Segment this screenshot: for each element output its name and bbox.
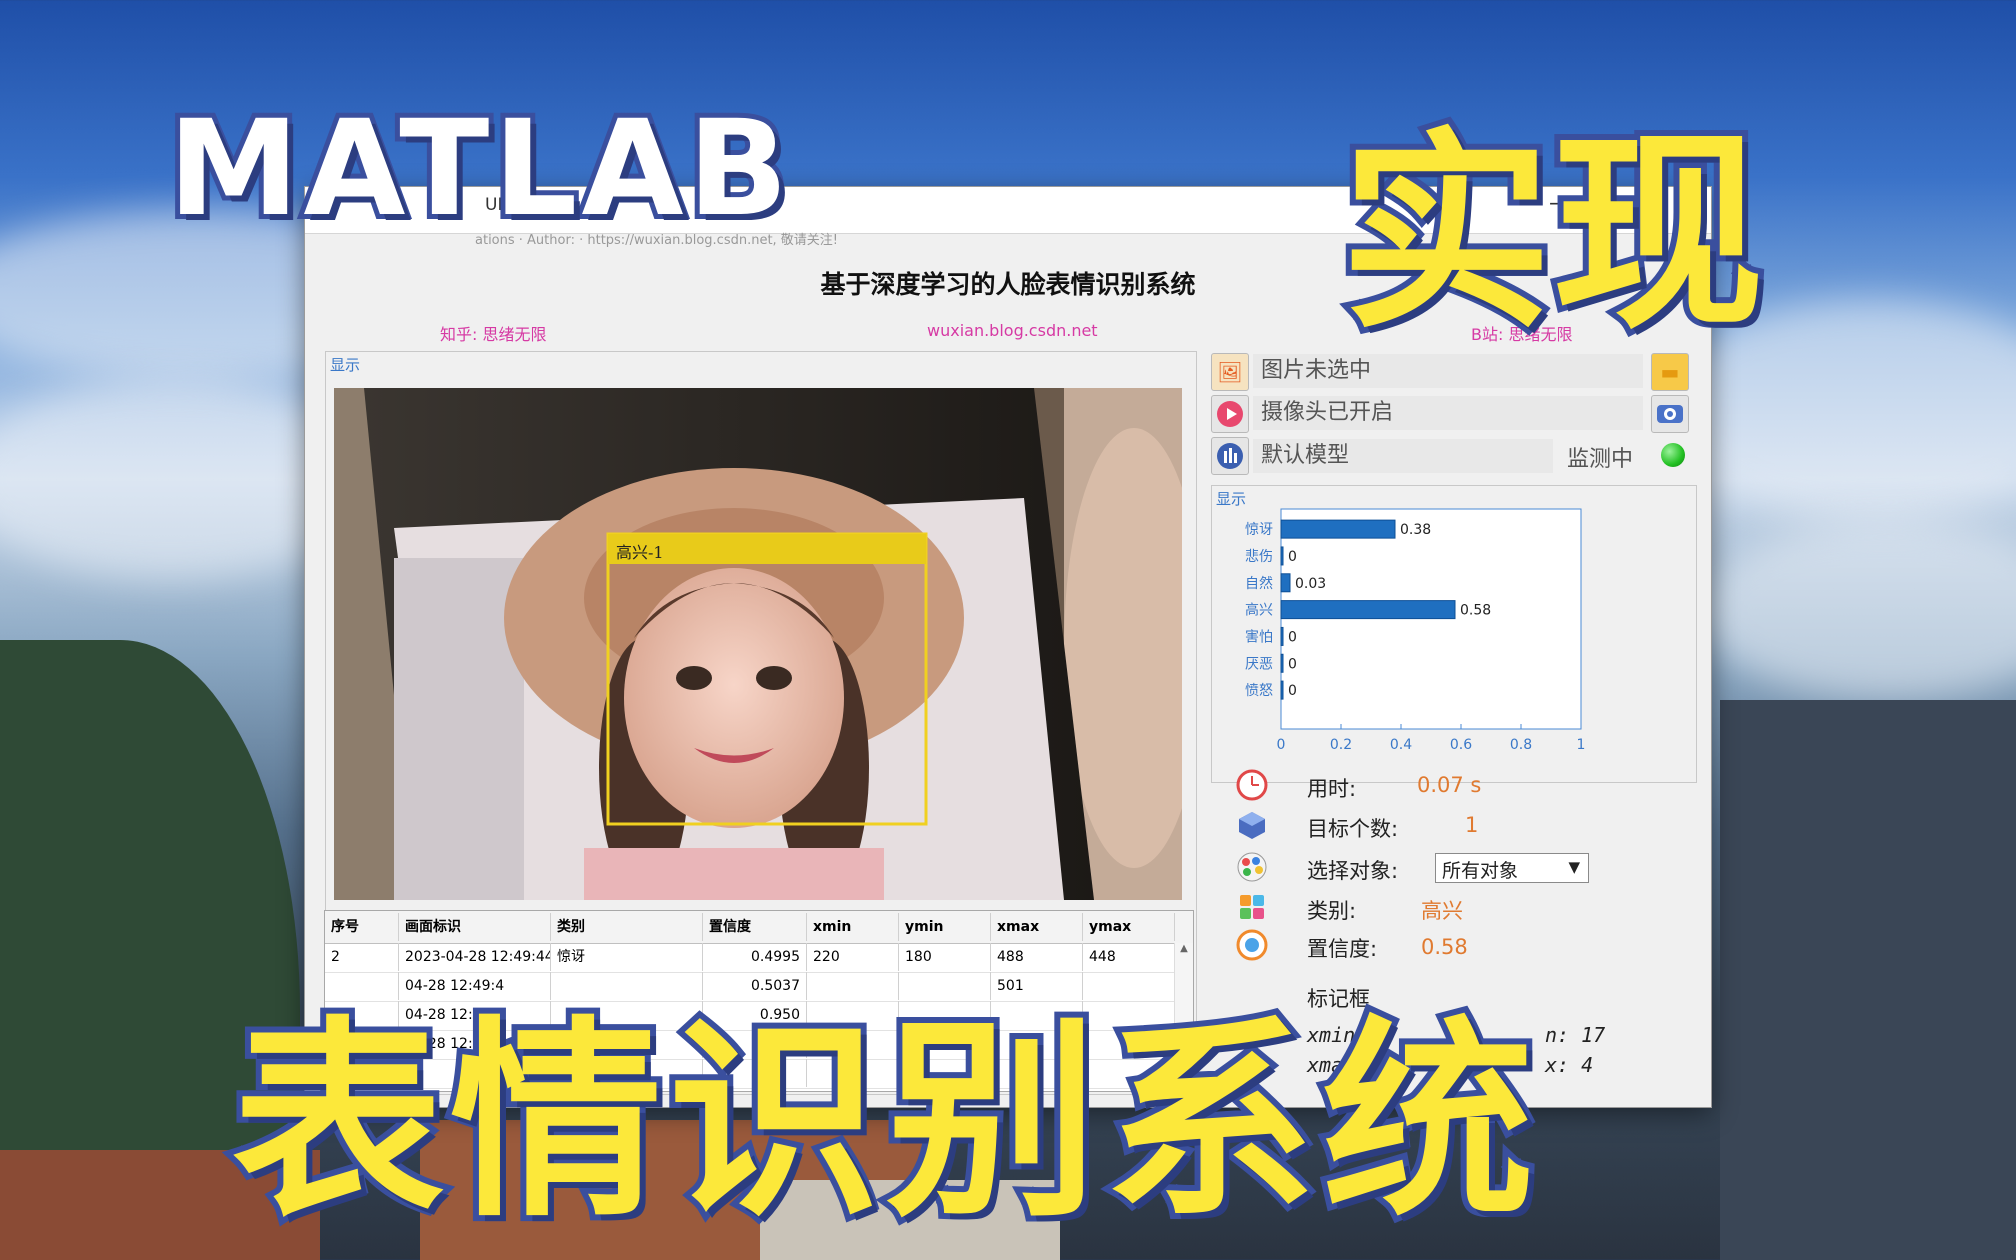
probability-bar-chart: 惊讶 0.38 悲伤 0 自然 0.03 高兴 0.58 害怕 0 厌恶 0 愤怒 0 0 0.2 0.4 0.6…	[1245, 508, 1586, 753]
blog-link[interactable]: wuxian.blog.csdn.net	[927, 321, 1098, 340]
category-icon	[1235, 891, 1269, 925]
display-panel-title: 显示	[330, 356, 361, 374]
ymax-partial: x: 4	[1545, 1053, 1594, 1077]
chart-tick-label: 0.2	[1330, 737, 1352, 753]
chart-tick-label: 0.8	[1510, 737, 1532, 753]
chart-value-label: 0.58	[1460, 603, 1491, 619]
chart-bar	[1280, 573, 1291, 593]
chart-category-label: 害怕	[1245, 629, 1273, 645]
chart-tick-label: 1	[1577, 737, 1586, 753]
column-header[interactable]: ymax	[1083, 913, 1175, 941]
chart-bar	[1280, 546, 1284, 566]
chart-category-label: 愤怒	[1245, 683, 1273, 699]
chart-tick-label: 0	[1277, 737, 1286, 753]
chart-value-label: 0.03	[1295, 576, 1326, 592]
column-header[interactable]: 置信度	[703, 913, 807, 941]
palette-icon	[1235, 851, 1269, 885]
chart-value-label: 0	[1288, 683, 1297, 699]
column-header[interactable]: ymin	[899, 913, 991, 941]
chevron-down-icon: ▼	[1568, 858, 1580, 876]
monitor-status-label: 监测中	[1567, 447, 1634, 472]
time-value: 0.07 s	[1417, 773, 1482, 797]
ymin-partial: n: 17	[1545, 1023, 1606, 1047]
object-select[interactable]: 所有对象 ▼	[1435, 853, 1589, 883]
camera-status-field[interactable]: 摄像头已开启	[1253, 396, 1643, 430]
picture-icon[interactable]: 🖼	[1211, 353, 1249, 391]
chart-bar	[1280, 653, 1284, 673]
chart-category-label: 悲伤	[1245, 548, 1273, 565]
time-label: 用时:	[1307, 777, 1357, 801]
chart-value-label: 0	[1288, 656, 1297, 672]
clock-icon	[1235, 769, 1269, 803]
chart-value-label: 0	[1288, 549, 1297, 565]
table-header: 序号 画面标识 类别 置信度 xmin ymin xmax ymax	[325, 911, 1193, 944]
play-icon[interactable]	[1211, 395, 1249, 433]
detection-label: 高兴-1	[616, 543, 664, 562]
webcam-icon[interactable]	[1651, 395, 1689, 433]
chart-category-label: 高兴	[1245, 602, 1273, 619]
overlay-title-right: 实现	[1334, 104, 1770, 363]
object-select-value: 所有对象	[1442, 860, 1519, 882]
count-label: 目标个数:	[1307, 817, 1399, 841]
count-value: 1	[1465, 813, 1479, 837]
chart-bar	[1280, 626, 1284, 646]
camera-scene	[334, 388, 1182, 900]
column-header[interactable]: 类别	[551, 913, 703, 941]
zhihu-link[interactable]: 知乎: 思绪无限	[440, 321, 546, 345]
column-header[interactable]: xmax	[991, 913, 1083, 941]
model-select-field[interactable]: 默认模型	[1253, 439, 1553, 473]
overlay-title-left: MATLAB	[163, 87, 793, 251]
chart-bar	[1280, 680, 1284, 700]
chart-value-label: 0.38	[1400, 522, 1431, 538]
class-value: 高兴	[1421, 899, 1463, 923]
chart-category-label: 厌恶	[1245, 656, 1273, 672]
overlay-title-bottom: 表情识别系统	[226, 992, 1540, 1251]
chart-value-label: 0	[1288, 629, 1297, 645]
model-icon[interactable]	[1211, 437, 1249, 475]
chart-category-label: 惊讶	[1245, 522, 1273, 538]
chart-bar	[1280, 600, 1456, 620]
chart-tick-label: 0.4	[1390, 737, 1412, 753]
cube-icon	[1235, 809, 1269, 843]
camera-view: 高兴-1	[334, 388, 1182, 900]
status-indicator-icon	[1661, 443, 1685, 467]
class-label: 类别:	[1307, 899, 1357, 923]
chart-bar	[1280, 519, 1396, 539]
column-header[interactable]: xmin	[807, 913, 899, 941]
column-header[interactable]: 画面标识	[399, 913, 551, 941]
select-object-label: 选择对象:	[1307, 859, 1399, 883]
chart-tick-label: 0.6	[1450, 737, 1472, 753]
chart-category-label: 自然	[1245, 575, 1273, 592]
column-header[interactable]: 序号	[325, 913, 399, 941]
